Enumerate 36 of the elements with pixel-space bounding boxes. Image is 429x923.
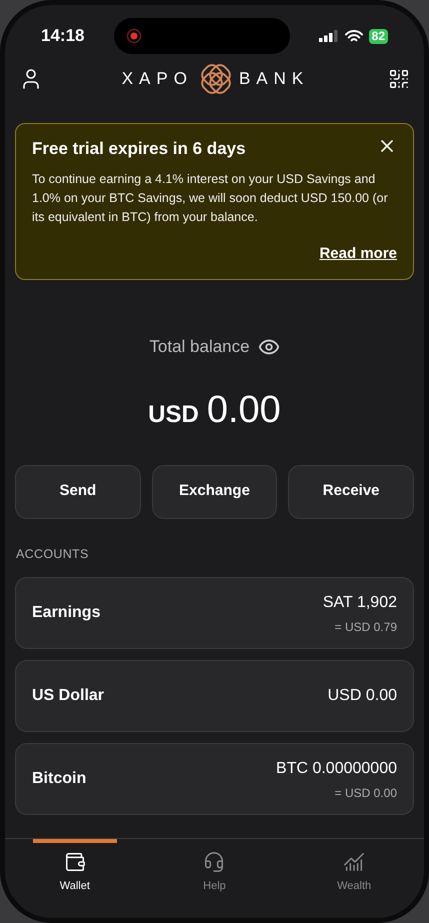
account-card[interactable]: US Dollar USD 0.00 [15, 660, 414, 732]
action-button[interactable]: Send [15, 464, 141, 518]
account-name: Bitcoin [32, 769, 86, 790]
balance-currency: USD [148, 400, 199, 430]
section-heading: ACCOUNTS [15, 546, 90, 562]
nav-tab[interactable]: Wealth [312, 839, 396, 918]
chart-icon [343, 851, 366, 873]
nav-tab[interactable]: Help [172, 839, 256, 918]
account-name: Earnings [32, 603, 100, 624]
banner-text: To continue earning a 4.1% interest on your USD Savings and 1.0% on your BTC Savings, we will soon deduct USD 150.00 (or its equivalent in BTC) from your balance. [32, 170, 389, 226]
read-more-link[interactable]: Read more [319, 242, 397, 265]
qr-code-icon[interactable] [388, 68, 410, 90]
logo-text: XAPO [122, 68, 193, 90]
action-button[interactable]: Exchange [152, 464, 278, 518]
battery-indicator: 82 [368, 28, 388, 44]
action-button[interactable]: Receive [288, 464, 414, 518]
logo-icon [198, 62, 233, 96]
nav-tab[interactable]: Wallet [32, 839, 117, 918]
logo-text: BANK [238, 68, 310, 90]
account-name: US Dollar [32, 686, 104, 706]
headset-icon [203, 851, 226, 873]
converted-amount: = USD 0.00 [334, 784, 397, 802]
banner-title: Free trial expires in 6 days [32, 138, 246, 160]
account-card[interactable]: Bitcoin BTC 0.00000000 = USD 0.00 [15, 743, 414, 816]
wallet-icon [64, 851, 86, 873]
account-amount: BTC 0.00000000 [276, 758, 397, 779]
balance-amount: 0.00 [206, 388, 281, 432]
account-amount: USD 0.00 [328, 686, 397, 706]
signal-icon [318, 30, 339, 42]
wifi-icon [344, 30, 363, 42]
record-icon [126, 28, 142, 44]
converted-amount: = USD 0.79 [334, 618, 397, 636]
status-time: 14:18 [41, 25, 84, 48]
balance-label: Total balance [149, 336, 250, 358]
account-card[interactable]: Earnings SAT 1,902 = USD 0.79 [15, 577, 414, 650]
account-amount: SAT 1,902 [322, 592, 397, 613]
